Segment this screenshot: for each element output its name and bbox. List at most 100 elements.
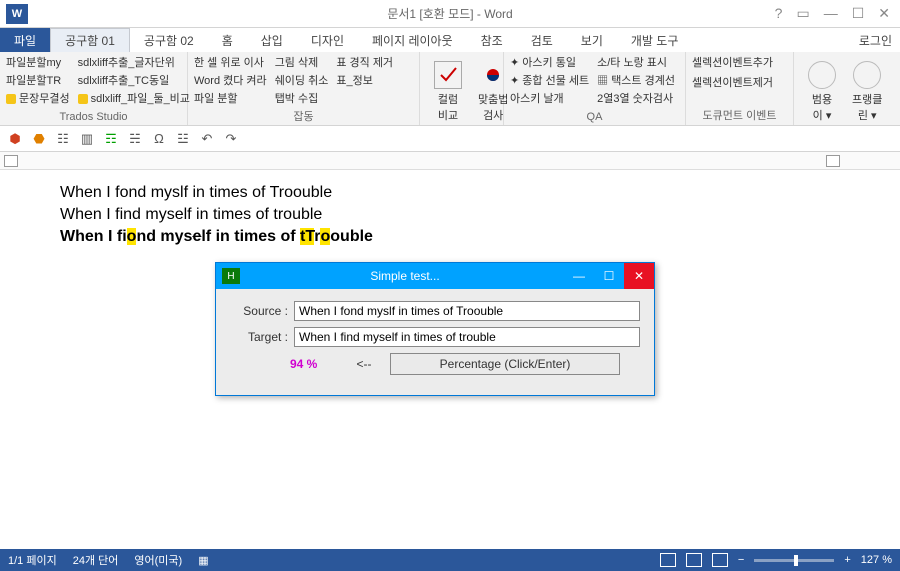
minimize-icon[interactable]: — [824,5,838,22]
ribbon-cmd[interactable]: 탭박 수집 [275,90,329,108]
tab-design[interactable]: 디자인 [297,28,358,52]
login-link[interactable]: 로그인 [859,28,892,52]
ribbon-group-qa: ✦ 아스키 통일 ✦ 종합 선물 세트 아스키 날개 소/타 노랑 표시 ▦ 택… [504,52,686,125]
word-count[interactable]: 24개 단어 [73,552,119,568]
right-indent-marker[interactable] [826,155,840,167]
stop-icon[interactable]: ⬢ [6,130,24,148]
undo-icon[interactable]: ↶ [198,130,216,148]
document-page[interactable]: When I fond myslf in times of Troouble W… [0,170,900,260]
maximize-icon[interactable]: ☐ [852,5,865,22]
circle-icon [853,61,881,89]
ribbon-group-general: 범용 이 ▾ 프랭클 린 ▾ [794,52,896,125]
window-title: 문서1 [호환 모드] - Word [387,5,512,22]
quick-access-toolbar: ⬢ ⬣ ☷ ▥ ☶ ☵ Ω ☳ ↶ ↷ [0,126,900,152]
page-count[interactable]: 1/1 페이지 [8,552,57,568]
ribbon-cmd[interactable]: 쉐이딩 취소 [275,72,329,90]
dialog-title: Simple test... [246,269,564,283]
highlight-icon[interactable]: ☶ [102,130,120,148]
ribbon-cmd[interactable]: 한 셀 위로 이사 [194,54,267,72]
target-label: Target : [230,330,288,344]
ribbon-cmd[interactable]: 표_정보 [336,72,393,90]
ribbon-cmd[interactable]: 파일분할my [6,54,70,72]
ribbon-cmd[interactable]: 그림 삭제 [275,54,329,72]
horizontal-ruler[interactable] [0,152,900,170]
ribbon-cmd[interactable]: ▦ 택스트 경계선 [597,72,675,90]
target-input[interactable] [294,327,640,347]
zoom-in-button[interactable]: + [844,554,850,566]
table-icon[interactable]: ☷ [54,130,72,148]
circle-icon [808,61,836,89]
tab-page-layout[interactable]: 페이지 레이아웃 [358,28,467,52]
source-input[interactable] [294,301,640,321]
ribbon-cmd[interactable]: ✦ 종합 선물 세트 [510,72,589,90]
zoom-slider[interactable] [754,559,834,562]
ribbon-group-label: Trados Studio [6,111,181,125]
ribbon-cmd[interactable]: sdlxliff추출_TC동일 [78,72,190,90]
title-bar: W 문서1 [호환 모드] - Word ? ▭ — ☐ ✕ [0,0,900,28]
ribbon-group-compare: 컬럼 비교 맞춤법 검사 [420,52,504,125]
macro-icon[interactable]: ▦ [198,554,208,567]
help-icon[interactable]: ? [775,5,783,22]
dialog-close-icon[interactable]: ✕ [624,263,654,289]
tab-file[interactable]: 파일 [0,28,50,52]
dialog-body: Source : Target : 94 % <-- Percentage (C… [216,289,654,395]
zoom-out-button[interactable]: − [738,554,744,566]
tab-review[interactable]: 검토 [517,28,567,52]
redo-icon[interactable]: ↷ [222,130,240,148]
tab-toolbox-02[interactable]: 공구함 02 [130,28,208,52]
dialog-app-icon: H [222,268,240,284]
ribbon-cmd[interactable]: 문장무결성 [6,90,70,108]
dialog-titlebar[interactable]: H Simple test... — ☐ ✕ [216,263,654,289]
checkbox-icon [434,61,462,89]
ribbon-cmd[interactable]: 파일분할TR [6,72,70,90]
columns-icon[interactable]: ▥ [78,130,96,148]
tab-view[interactable]: 보기 [567,28,617,52]
korea-flag-icon [479,61,507,89]
symbol-icon[interactable]: Ω [150,130,168,148]
tab-selector[interactable] [4,155,18,167]
close-icon[interactable]: ✕ [878,5,890,22]
ribbon-cmd[interactable]: sdlxliff추출_글자단위 [78,54,190,72]
percentage-button[interactable]: Percentage (Click/Enter) [390,353,620,375]
franklin-button[interactable]: 프랭클 린 ▾ [844,54,890,125]
percentage-value: 94 % [290,357,338,371]
source-label: Source : [230,304,288,318]
ribbon-cmd[interactable]: 2열3열 숫자검사 [597,90,675,108]
print-layout-icon[interactable] [686,553,702,567]
bullet-icon [78,94,88,104]
tab-toolbox-01[interactable]: 공구함 01 [50,28,130,52]
status-bar: 1/1 페이지 24개 단어 영어(미국) ▦ − + 127 % [0,549,900,571]
language-status[interactable]: 영어(미국) [134,552,182,568]
ribbon-group-doc-events: 셀렉션이벤트추가 셀렉션이벤트제거 도큐먼트 이벤트 [686,52,794,125]
general-button[interactable]: 범용 이 ▾ [800,54,844,125]
word-icon: W [6,4,28,24]
zoom-level[interactable]: 127 % [861,554,892,566]
eraser-icon[interactable]: ☳ [174,130,192,148]
ribbon-cmd[interactable]: 셀렉션이벤트제거 [692,74,787,92]
tab-references[interactable]: 참조 [467,28,517,52]
ribbon-cmd[interactable]: 셀렉션이벤트추가 [692,54,787,72]
shield-icon[interactable]: ⬣ [30,130,48,148]
ribbon-cmd[interactable]: sdlxliff_파일_둘_비교 [78,90,190,108]
doc-line: When I fond myslf in times of Troouble [60,182,840,204]
dialog-maximize-icon[interactable]: ☐ [594,263,624,289]
ribbon-cmd[interactable]: 소/타 노랑 표시 [597,54,675,72]
tab-developer[interactable]: 개발 도구 [617,28,693,52]
ribbon-cmd[interactable]: 파일 분할 [194,90,267,108]
bold-icon[interactable]: ☵ [126,130,144,148]
ribbon: 파일분할my 파일분할TR 문장무결성 sdlxliff추출_글자단위 sdlx… [0,52,900,126]
dialog-minimize-icon[interactable]: — [564,263,594,289]
ribbon-cmd[interactable]: Word 켰다 켜라 [194,72,267,90]
tab-home[interactable]: 홈 [208,28,247,52]
tab-insert[interactable]: 삽입 [247,28,297,52]
web-layout-icon[interactable] [712,553,728,567]
read-mode-icon[interactable] [660,553,676,567]
ribbon-cmd[interactable]: 아스키 날개 [510,90,589,108]
column-compare-button[interactable]: 컬럼 비교 [426,54,470,125]
doc-line-diff: When I fiond myself in times of tTrooubl… [60,226,840,248]
ribbon-group-trados: 파일분할my 파일분할TR 문장무결성 sdlxliff추출_글자단위 sdlx… [0,52,188,125]
ribbon-cmd[interactable]: ✦ 아스키 통일 [510,54,589,72]
ribbon-display-icon[interactable]: ▭ [796,5,809,22]
ribbon-cmd[interactable]: 표 경직 제거 [336,54,393,72]
ribbon-tabs: 파일 공구함 01 공구함 02 홈 삽입 디자인 페이지 레이아웃 참조 검토… [0,28,900,52]
